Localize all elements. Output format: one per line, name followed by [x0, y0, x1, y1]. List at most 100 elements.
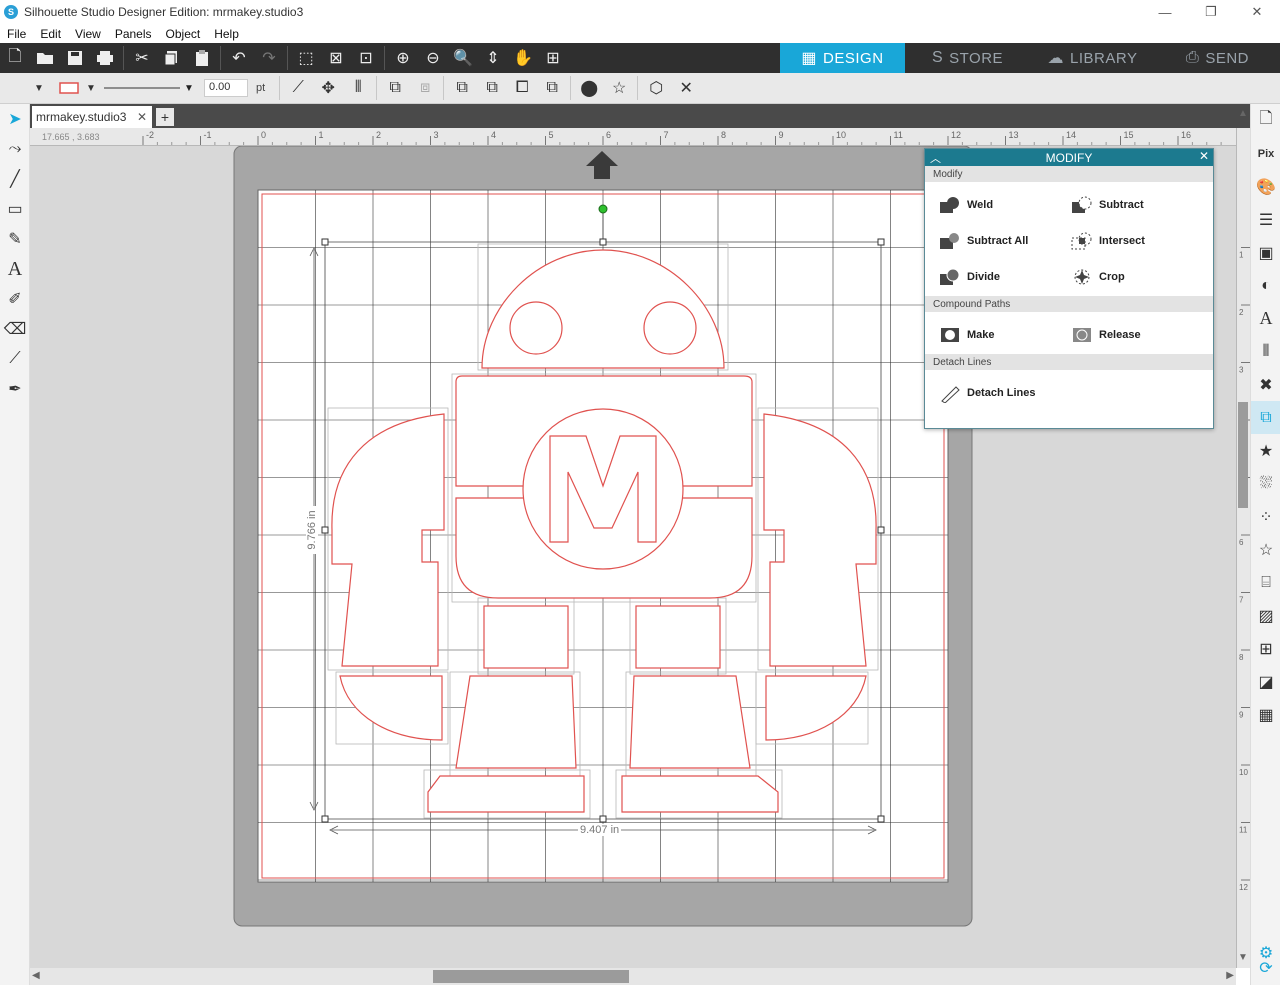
minimize-button[interactable]: —: [1142, 0, 1188, 24]
line-color-swatch[interactable]: [54, 74, 84, 102]
hatch-fill-icon[interactable]: ▨: [1251, 599, 1280, 632]
sync-icon[interactable]: ⟳: [1251, 956, 1280, 980]
send-to-back-icon[interactable]: ⧉: [477, 74, 507, 102]
emboss-icon[interactable]: ◪: [1251, 665, 1280, 698]
redo-icon[interactable]: ↷: [254, 44, 284, 72]
select-all-icon[interactable]: ⬚: [291, 44, 321, 72]
modify-panel-icon[interactable]: ⧉: [1251, 401, 1280, 434]
delete-x-icon[interactable]: ✕: [671, 74, 701, 102]
zoom-out-icon[interactable]: ⊖: [418, 44, 448, 72]
text-to-path-icon[interactable]: ⌸: [1251, 566, 1280, 599]
send-backward-icon[interactable]: ⧉: [537, 74, 567, 102]
close-panel-icon[interactable]: ✕: [1199, 149, 1209, 163]
detach-lines-button[interactable]: Detach Lines: [939, 377, 1071, 409]
page-setup-icon[interactable]: 🗋: [1251, 104, 1280, 137]
deselect-icon[interactable]: ⊠: [321, 44, 351, 72]
rhinestone-icon[interactable]: ⊞: [1251, 632, 1280, 665]
menu-file[interactable]: File: [0, 27, 33, 41]
eraser-icon[interactable]: ⌫: [0, 314, 30, 344]
group-icon[interactable]: ⧉: [380, 74, 410, 102]
align-icon[interactable]: ⫴: [343, 74, 373, 102]
vertical-scrollbar[interactable]: ▲ ▼: [1236, 104, 1250, 968]
menu-help[interactable]: Help: [207, 27, 246, 41]
select-arrow-icon[interactable]: ➤: [0, 104, 30, 134]
scroll-right-arrow-icon[interactable]: ▶: [1226, 970, 1234, 981]
pencil-icon[interactable]: ✎: [0, 224, 30, 254]
fit-to-page-icon[interactable]: ⇕: [478, 44, 508, 72]
horizontal-scrollbar[interactable]: ◀ ▶: [30, 968, 1236, 985]
image-effects-icon[interactable]: ▣: [1251, 236, 1280, 269]
replicate-icon[interactable]: ⬡: [641, 74, 671, 102]
warp-icon[interactable]: ▦: [1251, 698, 1280, 731]
tab-library[interactable]: ☁ LIBRARY: [1030, 43, 1155, 73]
draw-rectangle-icon[interactable]: ▭: [0, 194, 30, 224]
scroll-left-arrow-icon[interactable]: ◀: [32, 970, 40, 981]
line-width-input[interactable]: 0.00: [204, 79, 248, 97]
line-tool-icon[interactable]: ⟋: [283, 74, 313, 102]
modify-panel-header[interactable]: ︿ MODIFY ✕: [925, 149, 1213, 166]
save-icon[interactable]: [60, 44, 90, 72]
paste-icon[interactable]: [187, 44, 217, 72]
text-tool-icon[interactable]: A: [0, 254, 30, 284]
pan-hand-icon[interactable]: ✋: [508, 44, 538, 72]
crop-button[interactable]: Crop: [1071, 261, 1203, 293]
undo-icon[interactable]: ↶: [224, 44, 254, 72]
offset-icon[interactable]: ★: [1251, 434, 1280, 467]
line-style-icon[interactable]: ☰: [1251, 203, 1280, 236]
menu-panels[interactable]: Panels: [108, 27, 159, 41]
knife-icon[interactable]: ⟋: [0, 344, 30, 374]
fill-dropdown-icon[interactable]: ▼: [24, 74, 54, 102]
menu-object[interactable]: Object: [159, 27, 208, 41]
zoom-selected-icon[interactable]: 🔍: [448, 44, 478, 72]
move-icon[interactable]: ✥: [313, 74, 343, 102]
new-tab-button[interactable]: +: [156, 108, 174, 126]
pixscan-icon[interactable]: Pix: [1251, 137, 1280, 170]
transparency-icon[interactable]: ◐: [1251, 269, 1280, 302]
select-by-color-icon[interactable]: ⊡: [351, 44, 381, 72]
fill-color-palette-icon[interactable]: 🎨: [1251, 170, 1280, 203]
line-style-dropdown-icon[interactable]: ▼: [184, 83, 194, 94]
make-compound-path-button[interactable]: Make: [939, 319, 1071, 351]
line-color-dropdown-icon[interactable]: ▼: [84, 74, 98, 102]
new-file-icon[interactable]: 🗋: [0, 44, 30, 72]
bring-forward-icon[interactable]: ⧠: [507, 74, 537, 102]
intersect-button[interactable]: Intersect: [1071, 225, 1203, 257]
trace-icon[interactable]: ⛆: [1251, 467, 1280, 500]
print-icon[interactable]: [90, 44, 120, 72]
ungroup-icon[interactable]: ⧈: [410, 74, 440, 102]
eyedropper-icon[interactable]: ✒: [0, 374, 30, 404]
cut-icon[interactable]: ✂: [127, 44, 157, 72]
draw-line-icon[interactable]: ╱: [0, 164, 30, 194]
align-panel-icon[interactable]: ⫴: [1251, 335, 1280, 368]
scroll-up-arrow-icon[interactable]: ▲: [1238, 108, 1248, 119]
horizontal-scroll-thumb[interactable]: [433, 970, 629, 983]
vertical-scroll-thumb[interactable]: [1238, 402, 1248, 508]
sketch-icon[interactable]: ✐: [0, 284, 30, 314]
copy-icon[interactable]: [157, 44, 187, 72]
open-folder-icon[interactable]: [30, 44, 60, 72]
line-style-selector[interactable]: ▼: [104, 78, 194, 98]
fit-to-window-icon[interactable]: ⊞: [538, 44, 568, 72]
release-compound-path-button[interactable]: Release: [1071, 319, 1203, 351]
menu-edit[interactable]: Edit: [33, 27, 68, 41]
weld-button[interactable]: Weld: [939, 189, 1071, 221]
restore-button[interactable]: ❐: [1188, 0, 1234, 24]
close-window-button[interactable]: ✕: [1234, 0, 1280, 24]
bring-to-front-icon[interactable]: ⧉: [447, 74, 477, 102]
subtract-button[interactable]: Subtract: [1071, 189, 1203, 221]
scroll-down-arrow-icon[interactable]: ▼: [1238, 952, 1248, 963]
collapse-panel-icon[interactable]: ︿: [930, 150, 941, 166]
sketch-effects-icon[interactable]: ⁘: [1251, 500, 1280, 533]
text-style-icon[interactable]: A: [1251, 302, 1280, 335]
edit-points-icon[interactable]: ⤳: [0, 134, 30, 164]
close-tab-icon[interactable]: ✕: [137, 110, 147, 124]
tab-design[interactable]: ▦ DESIGN: [780, 43, 905, 73]
document-tab[interactable]: mrmakey.studio3 ✕: [32, 106, 152, 128]
menu-view[interactable]: View: [68, 27, 108, 41]
weld-toolbar-icon[interactable]: ⬤: [574, 74, 604, 102]
offset-star-icon[interactable]: ☆: [604, 74, 634, 102]
subtract-all-button[interactable]: Subtract All: [939, 225, 1071, 257]
transform-icon[interactable]: ✖: [1251, 368, 1280, 401]
zoom-in-icon[interactable]: ⊕: [388, 44, 418, 72]
shapes-library-icon[interactable]: ☆: [1251, 533, 1280, 566]
